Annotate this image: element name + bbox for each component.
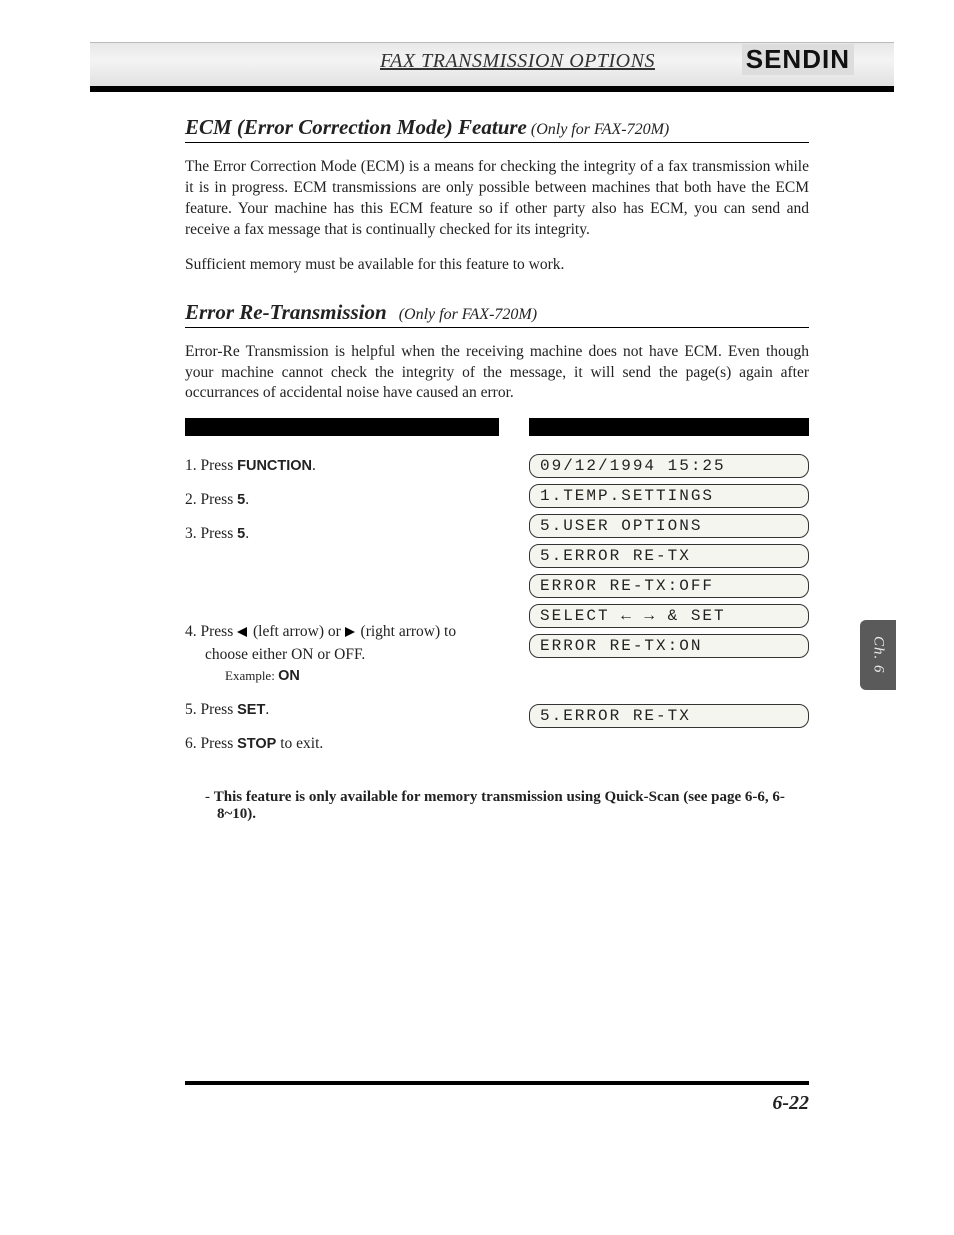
- lcd-select-set: SELECT ← → & SET: [529, 604, 809, 628]
- step-1-pre: 1. Press: [185, 457, 237, 474]
- lcd-column: 09/12/1994 15:25 1.TEMP.SETTINGS 5.USER …: [529, 418, 809, 765]
- left-black-bar: [185, 418, 499, 436]
- footer-rule: [185, 1081, 809, 1085]
- section-ecm-heading: ECM (Error Correction Mode) Feature (Onl…: [185, 115, 809, 143]
- right-black-bar: [529, 418, 809, 436]
- step-6: 6. Press STOP to exit.: [185, 732, 499, 756]
- chapter-tab: Ch. 6: [860, 620, 896, 690]
- step-4: 4. Press (left arrow) or (right arrow) t…: [185, 620, 499, 688]
- header-right-title: SENDIN: [742, 44, 854, 75]
- section-retx-heading: Error Re-Transmission (Only for FAX-720M…: [185, 300, 809, 328]
- retx-paragraph-1: Error-Re Transmission is helpful when th…: [185, 342, 809, 405]
- section-ecm-subtitle: (Only for FAX-720M): [531, 121, 669, 138]
- section-retx-subtitle: (Only for FAX-720M): [399, 306, 537, 323]
- step-3-post: .: [245, 525, 249, 542]
- section-ecm-title: ECM (Error Correction Mode) Feature: [185, 115, 527, 139]
- footnote: - This feature is only available for mem…: [185, 789, 809, 823]
- instruction-columns: 1. Press FUNCTION. 2. Press 5. 3. Press …: [185, 418, 809, 765]
- step-5-pre: 5. Press: [185, 701, 237, 718]
- lcd-error-retx-off: ERROR RE-TX:OFF: [529, 574, 809, 598]
- step-4-ex-val: ON: [278, 668, 300, 684]
- step-6-post: to exit.: [276, 735, 323, 752]
- steps-list: 1. Press FUNCTION. 2. Press 5. 3. Press …: [185, 454, 499, 755]
- section-retx-title: Error Re-Transmission: [185, 300, 387, 324]
- step-1-key: FUNCTION: [237, 458, 312, 474]
- step-3-key: 5: [237, 526, 245, 542]
- step-2-key: 5: [237, 492, 245, 508]
- ecm-paragraph-1: The Error Correction Mode (ECM) is a mea…: [185, 157, 809, 241]
- left-arrow-icon: [237, 623, 249, 640]
- right-arrow-icon: [345, 623, 357, 640]
- footnote-text: This feature is only available for memor…: [214, 789, 785, 822]
- page-number: 6-22: [772, 1092, 809, 1115]
- step-5: 5. Press SET.: [185, 698, 499, 722]
- step-3-pre: 3. Press: [185, 525, 237, 542]
- lcd-user-options: 5.USER OPTIONS: [529, 514, 809, 538]
- ecm-paragraph-2: Sufficient memory must be available for …: [185, 255, 809, 276]
- step-3: 3. Press 5.: [185, 522, 499, 546]
- step-2-pre: 2. Press: [185, 491, 237, 508]
- step-5-post: .: [265, 701, 269, 718]
- header-underline: [90, 86, 894, 92]
- footnote-dash: -: [205, 789, 214, 805]
- step-1: 1. Press FUNCTION.: [185, 454, 499, 478]
- step-1-post: .: [312, 457, 316, 474]
- step-4-example: Example: ON: [205, 666, 499, 688]
- step-4-pre: 4. Press: [185, 623, 237, 640]
- step-4-ex-pre: Example:: [225, 668, 278, 683]
- page-content: ECM (Error Correction Mode) Feature (Onl…: [185, 115, 809, 823]
- lcd-error-retx-menu: 5.ERROR RE-TX: [529, 544, 809, 568]
- steps-column: 1. Press FUNCTION. 2. Press 5. 3. Press …: [185, 418, 499, 765]
- step-6-key: STOP: [237, 736, 276, 752]
- step-6-pre: 6. Press: [185, 735, 237, 752]
- manual-page: FAX TRANSMISSION OPTIONS SENDIN ECM (Err…: [0, 0, 954, 1235]
- step-2: 2. Press 5.: [185, 488, 499, 512]
- lcd-temp-settings: 1.TEMP.SETTINGS: [529, 484, 809, 508]
- step-4-mid: (left arrow) or: [249, 623, 345, 640]
- step-2-post: .: [245, 491, 249, 508]
- lcd-error-retx-on: ERROR RE-TX:ON: [529, 634, 809, 658]
- lcd-error-retx-return: 5.ERROR RE-TX: [529, 704, 809, 728]
- step-5-key: SET: [237, 702, 265, 718]
- header-left-title: FAX TRANSMISSION OPTIONS: [380, 50, 655, 73]
- lcd-datetime: 09/12/1994 15:25: [529, 454, 809, 478]
